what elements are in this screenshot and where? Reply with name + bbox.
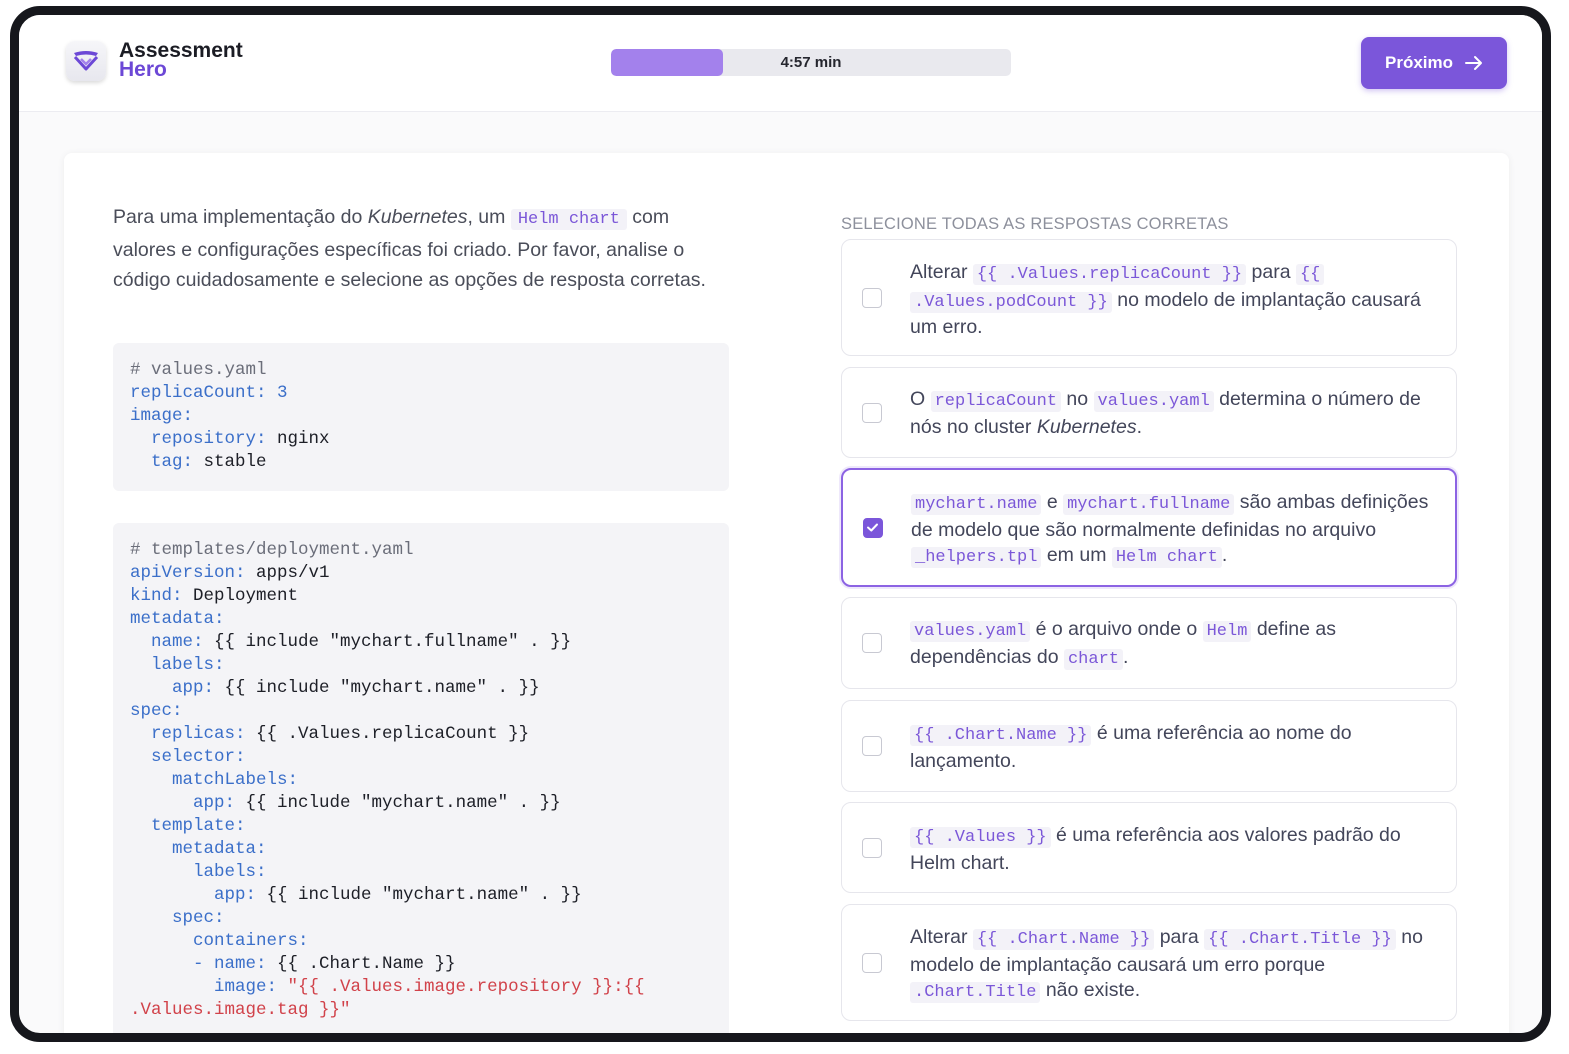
code-line: name: {{ include "mychart.fullname" . }} bbox=[130, 632, 572, 652]
question-text: Para uma implementação do Kubernetes, um… bbox=[113, 202, 725, 295]
question-card: Para uma implementação do Kubernetes, um… bbox=[64, 153, 1509, 1033]
option-code: Helm bbox=[1202, 621, 1252, 642]
timer-label: 4:57 min bbox=[780, 54, 842, 71]
option-code: _helpers.tpl bbox=[911, 547, 1042, 568]
option-code: values.yaml bbox=[910, 621, 1031, 642]
code-line: matchLabels: bbox=[130, 770, 299, 790]
answer-option-5[interactable]: {{ .Chart.Name }} é uma referência ao no… bbox=[841, 700, 1457, 792]
option-text: {{ .Values }} é uma referência aos valor… bbox=[910, 823, 1438, 876]
option-code: {{ .Chart.Name }} bbox=[910, 725, 1092, 746]
arrow-right-icon bbox=[1465, 56, 1483, 70]
code-line: replicaCount: 3 bbox=[130, 383, 288, 403]
option-code: {{ .Chart.Name }} bbox=[972, 929, 1155, 950]
option-text-part: para bbox=[1246, 261, 1296, 283]
answer-option-7[interactable]: Alterar {{ .Chart.Name }} para {{ .Chart… bbox=[841, 904, 1457, 1021]
option-code: replicaCount bbox=[930, 391, 1062, 412]
option-checkbox-checked[interactable] bbox=[863, 518, 883, 538]
timer-progress-bar: 4:57 min bbox=[611, 49, 1011, 76]
answer-option-2[interactable]: O replicaCount no values.yaml determina … bbox=[841, 367, 1457, 458]
option-text-part: Alterar bbox=[910, 926, 973, 948]
option-code: chart bbox=[1063, 648, 1123, 670]
question-part: Para uma implementação do bbox=[113, 206, 368, 228]
code-line: kind: Deployment bbox=[130, 586, 299, 606]
code-line: repository: nginx bbox=[130, 429, 330, 449]
next-button[interactable]: Próximo bbox=[1361, 37, 1507, 89]
code-line: replicas: {{ .Values.replicaCount }} bbox=[130, 724, 530, 744]
option-checkbox[interactable] bbox=[862, 403, 882, 423]
code-line: image: bbox=[130, 406, 194, 426]
check-badge-icon bbox=[73, 51, 99, 71]
option-text: mychart.name e mychart.fullname são amba… bbox=[911, 490, 1437, 571]
answer-option-6[interactable]: {{ .Values }} é uma referência aos valor… bbox=[841, 802, 1457, 893]
code-line: # values.yaml bbox=[130, 360, 267, 380]
question-inline-code: Helm chart bbox=[510, 209, 627, 230]
option-text-part: e bbox=[1041, 491, 1064, 513]
option-text: Alterar {{ .Values.replicaCount }} para … bbox=[910, 260, 1438, 341]
option-text-part: . bbox=[1122, 645, 1129, 668]
code-line: metadata: bbox=[130, 839, 267, 859]
option-text-part: . bbox=[1136, 415, 1142, 438]
option-emphasis: Kubernetes bbox=[1036, 415, 1137, 438]
code-line: apiVersion: apps/v1 bbox=[130, 563, 330, 583]
logo-line-2: Hero bbox=[119, 58, 167, 81]
top-bar: Assessment Hero 4:57 min Próximo bbox=[19, 15, 1542, 112]
code-line: selector: bbox=[130, 747, 246, 767]
code-line: - name: {{ .Chart.Name }} bbox=[130, 954, 456, 974]
code-block-deployment-yaml: # templates/deployment.yaml apiVersion: a… bbox=[113, 523, 729, 1033]
app-window: Assessment Hero 4:57 min Próximo Para um… bbox=[10, 6, 1551, 1042]
code-line: tag: stable bbox=[130, 452, 267, 472]
code-line: spec: bbox=[130, 908, 225, 928]
option-text-part: para bbox=[1154, 926, 1205, 948]
option-text: {{ .Chart.Name }} é uma referência ao no… bbox=[910, 721, 1438, 774]
option-code: mychart.fullname bbox=[1063, 494, 1235, 515]
answer-option-4[interactable]: values.yaml é o arquivo onde o Helm defi… bbox=[841, 597, 1457, 689]
option-code: Helm chart bbox=[1111, 547, 1222, 568]
option-code: {{ .Values.replicaCount }} bbox=[972, 264, 1247, 285]
option-checkbox[interactable] bbox=[862, 288, 882, 308]
code-line: # templates/deployment.yaml bbox=[130, 540, 414, 560]
code-line: app: {{ include "mychart.name" . }} bbox=[130, 885, 582, 905]
code-line: template: bbox=[130, 816, 246, 836]
code-line: app: {{ include "mychart.name" . }} bbox=[130, 678, 540, 698]
code-line: labels: bbox=[130, 655, 225, 675]
option-checkbox[interactable] bbox=[862, 633, 882, 653]
answer-option-1[interactable]: Alterar {{ .Values.replicaCount }} para … bbox=[841, 239, 1457, 356]
code-line: containers: bbox=[130, 931, 309, 951]
option-checkbox[interactable] bbox=[862, 736, 882, 756]
option-text-part: é o arquivo onde o bbox=[1030, 618, 1203, 640]
option-text: Alterar {{ .Chart.Name }} para {{ .Chart… bbox=[910, 925, 1438, 1006]
next-button-label: Próximo bbox=[1384, 53, 1454, 72]
logo-badge bbox=[66, 41, 106, 81]
code-line: image: "{{ .Values.image.repository }}:{… bbox=[130, 977, 645, 997]
option-text-part: O bbox=[910, 388, 931, 410]
option-text: O replicaCount no values.yaml determina … bbox=[910, 387, 1438, 440]
option-text: values.yaml é o arquivo onde o Helm defi… bbox=[910, 617, 1438, 672]
option-checkbox[interactable] bbox=[862, 838, 882, 858]
option-text-part: Alterar bbox=[910, 261, 973, 283]
option-checkbox[interactable] bbox=[862, 953, 882, 973]
code-line: spec: bbox=[130, 701, 183, 721]
option-code: {{ .Chart.Title }} bbox=[1204, 929, 1396, 950]
option-text-part: no bbox=[1061, 388, 1094, 410]
code-line: labels: bbox=[130, 862, 267, 882]
code-line: metadata: bbox=[130, 609, 225, 629]
code-block-values-yaml: # values.yaml replicaCount: 3 image: repos… bbox=[113, 343, 729, 491]
option-text-part: não existe. bbox=[1040, 979, 1141, 1001]
option-code: {{ bbox=[1295, 264, 1325, 285]
option-code: {{ .Values }} bbox=[910, 827, 1051, 848]
option-code: values.yaml bbox=[1093, 391, 1214, 412]
option-text-part: em um bbox=[1041, 544, 1112, 566]
check-icon bbox=[867, 523, 878, 532]
question-part: , um bbox=[467, 206, 511, 228]
answer-instruction: SELECIONE TODAS AS RESPOSTAS CORRETAS bbox=[841, 215, 1229, 233]
answer-option-3[interactable]: mychart.name e mychart.fullname são amba… bbox=[841, 468, 1457, 587]
code-line: app: {{ include "mychart.name" . }} bbox=[130, 793, 561, 813]
question-emphasis: Kubernetes bbox=[367, 206, 468, 228]
option-code: mychart.name bbox=[911, 494, 1042, 515]
logo-wordmark: Assessment Hero bbox=[119, 40, 243, 81]
code-line: .Values.image.tag }}" bbox=[130, 1000, 351, 1020]
option-code: .Values.podCount }} bbox=[910, 291, 1112, 313]
option-text-part: . bbox=[1221, 544, 1228, 566]
option-code: .Chart.Title bbox=[910, 982, 1041, 1003]
